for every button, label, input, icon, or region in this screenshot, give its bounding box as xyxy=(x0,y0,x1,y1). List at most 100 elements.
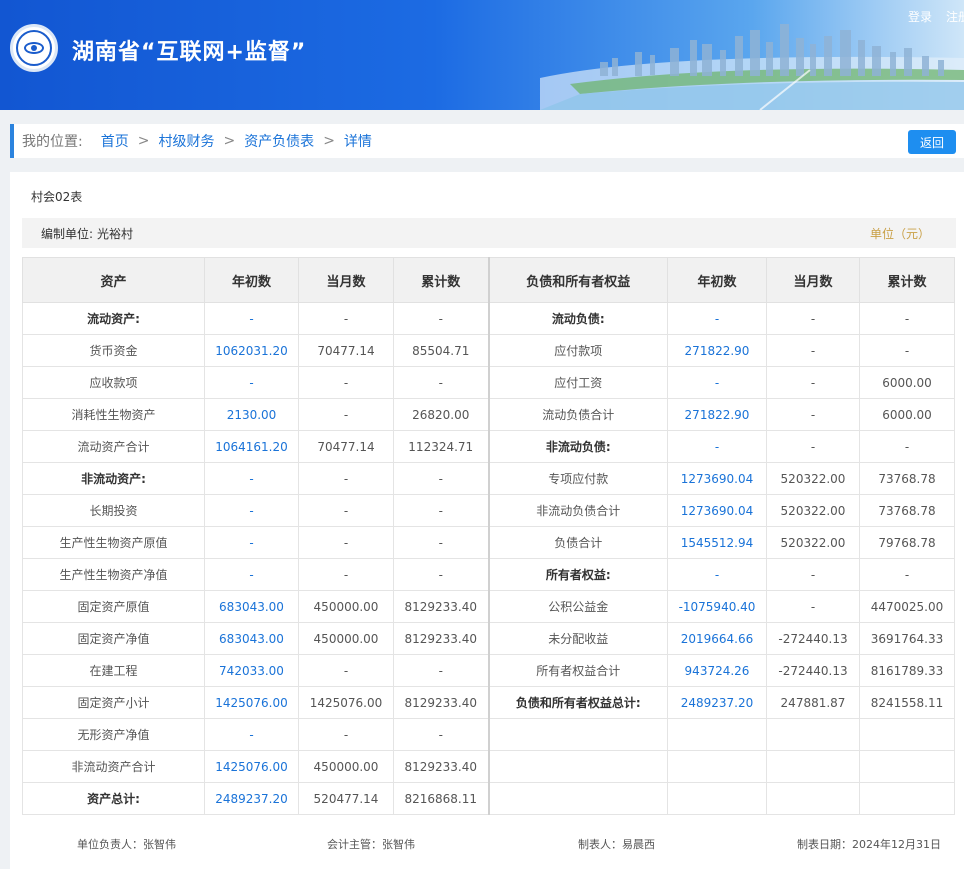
asset-month-cell: 1425076.00 xyxy=(298,686,394,719)
site-logo[interactable] xyxy=(10,24,58,72)
asset-begin-cell[interactable]: 1064161.20 xyxy=(204,430,299,463)
asset-begin-cell[interactable]: - xyxy=(204,302,299,335)
table-row: 消耗性生物资产 2130.00-26820.00 流动负债合计 271822.90-6… xyxy=(22,398,955,431)
breadcrumb: 我的位置: 首页 > 村级财务 > 资产负债表 > 详情 返回 xyxy=(10,124,964,158)
liability-name-cell: 流动负债: xyxy=(487,302,668,335)
liability-name-cell: 非流动负债: xyxy=(487,430,668,463)
table-row: 资产总计: 2489237.20 520477.14 8216868.11 xyxy=(22,782,955,815)
liability-begin-cell[interactable]: - xyxy=(667,430,767,463)
login-link[interactable]: 登录 xyxy=(908,8,932,25)
table-row: 长期投资 - - - 非流动负债合计 1273690.04 520322.00 73768.7… xyxy=(22,494,955,527)
liability-total-cell: - xyxy=(859,558,955,591)
liability-begin-cell xyxy=(667,782,767,815)
col-header-total: 累计数 xyxy=(393,257,489,303)
liability-begin-cell xyxy=(667,718,767,751)
footer-date: 制表日期：2024年12月31日 xyxy=(797,838,941,851)
liability-begin-cell[interactable]: - xyxy=(667,302,767,335)
liability-begin-cell[interactable]: - xyxy=(667,558,767,591)
asset-month-cell: 450000.00 xyxy=(298,622,394,655)
liability-begin-cell[interactable]: 2489237.20 xyxy=(667,686,767,719)
liability-month-cell: 520322.00 xyxy=(766,526,860,559)
asset-begin-cell[interactable]: - xyxy=(204,366,299,399)
liability-name-cell: 负债和所有者权益总计: xyxy=(487,686,668,719)
breadcrumb-separator: > xyxy=(323,133,335,149)
back-button[interactable]: 返回 xyxy=(908,130,956,154)
asset-begin-cell[interactable]: 683043.00 xyxy=(204,590,299,623)
col-header-begin: 年初数 xyxy=(667,257,767,303)
breadcrumb-village-finance[interactable]: 村级财务 xyxy=(158,131,214,151)
breadcrumb-home[interactable]: 首页 xyxy=(101,131,129,151)
liability-name-cell: 所有者权益: xyxy=(487,558,668,591)
liability-begin-cell[interactable]: 271822.90 xyxy=(667,398,767,431)
liability-begin-cell[interactable]: 2019664.66 xyxy=(667,622,767,655)
liability-total-cell: 8241558.11 xyxy=(859,686,955,719)
liability-name-cell xyxy=(487,750,668,783)
asset-name-cell: 资产总计: xyxy=(22,782,205,815)
liability-total-cell: 8161789.33 xyxy=(859,654,955,687)
table-header-row: 资产 年初数 当月数 累计数 负债和所有者权益 年初数 当月数 累计数 xyxy=(22,257,955,303)
table-row: 固定资产小计 1425076.00 1425076.00 8129233.40 负债和所… xyxy=(22,686,955,719)
asset-begin-cell[interactable]: 683043.00 xyxy=(204,622,299,655)
breadcrumb-balance-sheet[interactable]: 资产负债表 xyxy=(244,131,314,151)
asset-month-cell: - xyxy=(298,526,394,559)
asset-begin-cell[interactable]: - xyxy=(204,526,299,559)
liability-month-cell: 247881.87 xyxy=(766,686,860,719)
asset-name-cell: 长期投资 xyxy=(22,494,205,527)
liability-total-cell: 79768.78 xyxy=(859,526,955,559)
asset-month-cell: - xyxy=(298,366,394,399)
table-row: 流动资产: - - - 流动负债: - - - xyxy=(22,302,955,335)
liability-begin-cell[interactable]: 271822.90 xyxy=(667,334,767,367)
asset-begin-cell[interactable]: 1425076.00 xyxy=(204,686,299,719)
site-header: 湖南省“互联网+监督” 登录 注册 xyxy=(0,0,964,110)
liability-begin-cell[interactable]: - xyxy=(667,366,767,399)
liability-month-cell: - xyxy=(766,558,860,591)
asset-name-cell: 流动资产合计 xyxy=(22,430,205,463)
asset-total-cell: - xyxy=(393,494,489,527)
col-header-month: 当月数 xyxy=(298,257,394,303)
asset-begin-cell[interactable]: - xyxy=(204,558,299,591)
liability-begin-cell[interactable]: 1273690.04 xyxy=(667,462,767,495)
liability-month-cell: - xyxy=(766,302,860,335)
liability-month-cell: - xyxy=(766,398,860,431)
balance-sheet-table: 资产 年初数 当月数 累计数 负债和所有者权益 年初数 当月数 累计数 流动资产… xyxy=(22,257,955,815)
asset-begin-cell[interactable]: - xyxy=(204,494,299,527)
register-link[interactable]: 注册 xyxy=(946,8,964,25)
asset-begin-cell[interactable]: 1425076.00 xyxy=(204,750,299,783)
asset-name-cell: 消耗性生物资产 xyxy=(22,398,205,431)
liability-begin-cell[interactable]: 1273690.04 xyxy=(667,494,767,527)
asset-begin-cell[interactable]: - xyxy=(204,462,299,495)
col-header-liabilities: 负债和所有者权益 xyxy=(487,257,668,303)
asset-total-cell: 8216868.11 xyxy=(393,782,489,815)
liability-month-cell: - xyxy=(766,366,860,399)
table-row: 无形资产净值 - - - xyxy=(22,718,955,751)
breadcrumb-separator: > xyxy=(137,133,150,149)
liability-month-cell xyxy=(766,750,860,783)
asset-begin-cell[interactable]: 1062031.20 xyxy=(204,334,299,367)
liability-total-cell xyxy=(859,782,955,815)
asset-begin-cell[interactable]: - xyxy=(204,718,299,751)
asset-month-cell: 450000.00 xyxy=(298,750,394,783)
liability-begin-cell[interactable]: -1075940.40 xyxy=(667,590,767,623)
liability-total-cell: 6000.00 xyxy=(859,398,955,431)
site-title: 湖南省“互联网+监督” xyxy=(72,40,307,65)
report-info-bar: 编制单位: 光裕村 单位（元） xyxy=(22,218,956,248)
asset-begin-cell[interactable]: 742033.00 xyxy=(204,654,299,687)
asset-name-cell: 生产性生物资产净值 xyxy=(22,558,205,591)
asset-begin-cell[interactable]: 2489237.20 xyxy=(204,782,299,815)
table-row: 非流动资产合计 1425076.00 450000.00 8129233.40 xyxy=(22,750,955,783)
asset-total-cell: - xyxy=(393,526,489,559)
eye-icon xyxy=(16,30,52,66)
asset-total-cell: 8129233.40 xyxy=(393,622,489,655)
asset-total-cell: - xyxy=(393,302,489,335)
col-header-total: 累计数 xyxy=(859,257,955,303)
liability-begin-cell[interactable]: 943724.26 xyxy=(667,654,767,687)
table-row: 生产性生物资产原值 - - - 负债合计 1545512.94 520322.00 79768… xyxy=(22,526,955,559)
asset-begin-cell[interactable]: 2130.00 xyxy=(204,398,299,431)
liability-begin-cell[interactable]: 1545512.94 xyxy=(667,526,767,559)
asset-total-cell: - xyxy=(393,462,489,495)
asset-total-cell: - xyxy=(393,718,489,751)
liability-name-cell: 非流动负债合计 xyxy=(487,494,668,527)
asset-total-cell: - xyxy=(393,366,489,399)
breadcrumb-detail[interactable]: 详情 xyxy=(344,131,372,151)
liability-total-cell: - xyxy=(859,302,955,335)
